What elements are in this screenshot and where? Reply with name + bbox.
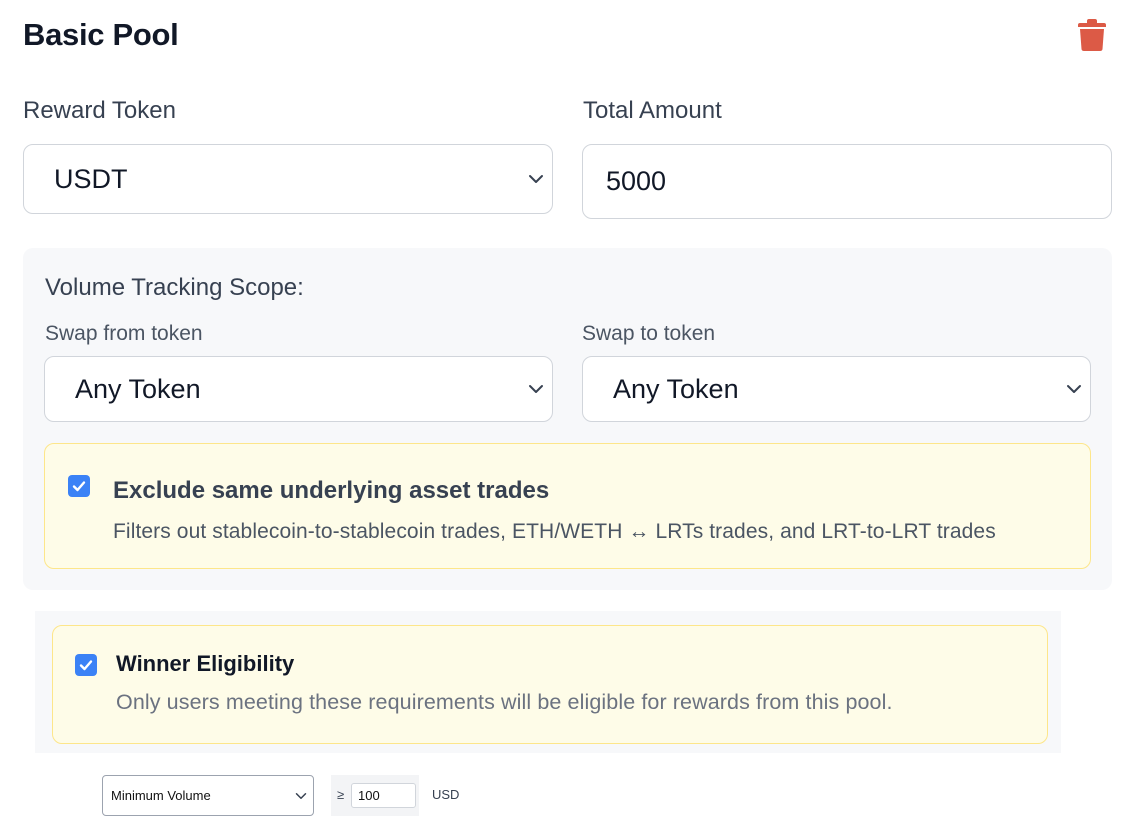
exclude-same-asset-description: Filters out stablecoin-to-stablecoin tra… [113,520,996,543]
swap-from-label: Swap from token [45,322,203,345]
checkmark-icon [72,481,86,492]
swap-to-value: Any Token [613,373,739,404]
requirement-type-value: Minimum Volume [111,788,211,803]
chevron-down-icon [295,792,307,799]
total-amount-label: Total Amount [583,97,722,124]
winner-eligibility-card [52,625,1048,744]
total-amount-value: 5000 [606,166,667,196]
swap-to-label: Swap to token [582,322,716,345]
chevron-down-icon [529,385,543,393]
delete-pool-button[interactable] [1077,18,1107,52]
winner-eligibility-checkbox[interactable] [75,654,97,676]
exclude-same-asset-card [44,443,1091,569]
chevron-down-icon [1067,385,1081,393]
winner-eligibility-description: Only users meeting these requirements wi… [116,690,893,714]
volume-tracking-heading: Volume Tracking Scope: [45,274,304,301]
exclude-same-asset-checkbox[interactable] [68,475,90,497]
requirement-unit: USD [432,787,460,802]
checkmark-icon [79,660,93,671]
reward-token-label: Reward Token [23,97,176,124]
swap-from-select[interactable]: Any Token [44,356,553,422]
reward-token-select[interactable]: USDT [23,144,553,214]
swap-to-select[interactable]: Any Token [582,356,1091,422]
requirement-value: 100 [358,788,380,803]
exclude-same-asset-title: Exclude same underlying asset trades [113,477,550,504]
total-amount-input[interactable]: 5000 [582,144,1112,219]
winner-eligibility-title: Winner Eligibility [116,651,295,676]
requirement-value-input[interactable]: 100 [351,783,416,808]
trash-icon [1078,19,1106,51]
swap-from-value: Any Token [75,373,201,404]
chevron-down-icon [529,175,543,183]
reward-token-value: USDT [54,163,128,194]
operator-symbol: ≥ [337,787,345,802]
page-title: Basic Pool [23,17,179,52]
requirement-type-select[interactable]: Minimum Volume [102,775,314,816]
